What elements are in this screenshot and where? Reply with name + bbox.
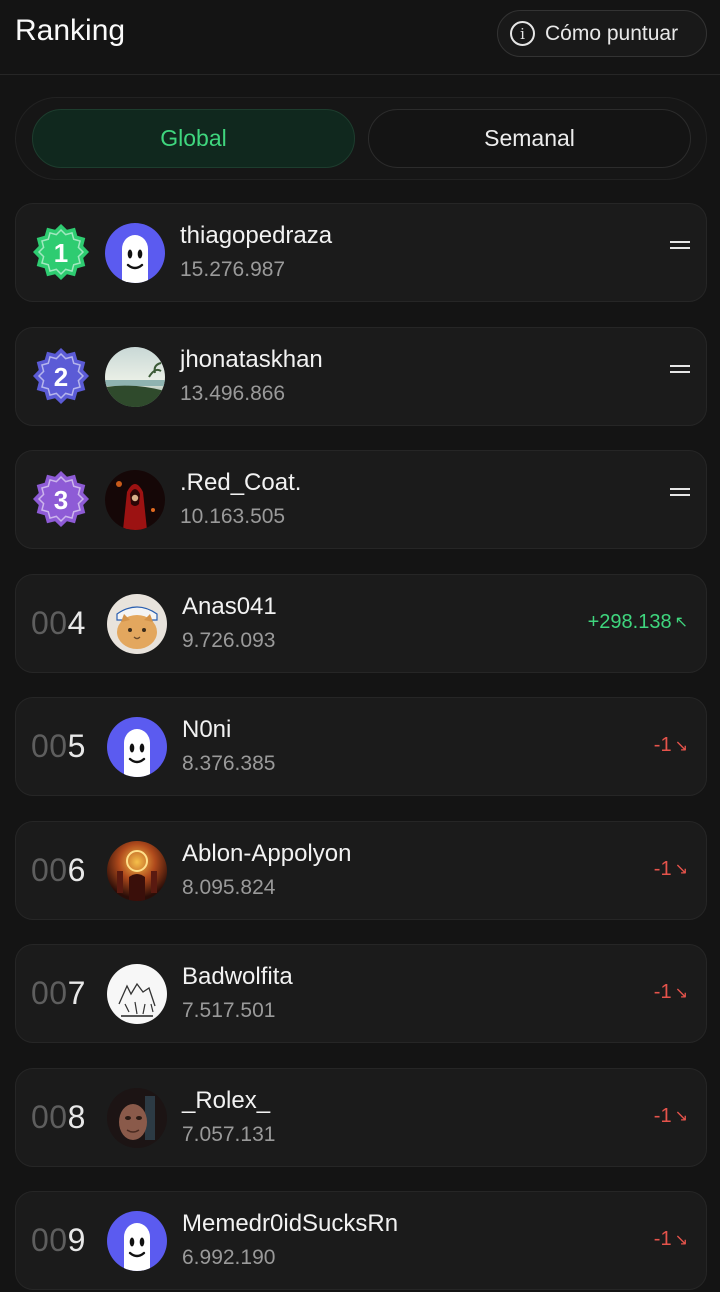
rank-digit: 5 [67,728,86,764]
badge-number: 1 [54,238,68,268]
page-title: Ranking [15,14,126,47]
arrow-down-icon: ↘ [674,984,688,1002]
rank-number: 008 [31,1099,86,1136]
rank-change: +298.138 ↖ [588,611,688,634]
ranking-row[interactable]: 3 .Red_Coat. 10.163.505 [15,450,707,549]
username[interactable]: N0ni [182,716,231,744]
username[interactable]: Anas041 [182,593,277,621]
ranking-row[interactable]: 1 thiagopedraza 15.276.987 [15,203,707,302]
arrow-down-icon: ↘ [674,1231,688,1249]
rank-number: 007 [31,975,86,1012]
ghost-avatar[interactable] [107,717,167,777]
rank-change-value: -1 [653,857,672,880]
badge-number: 3 [54,485,68,515]
username[interactable]: Ablon-Appolyon [182,840,351,868]
ranking-row[interactable]: 007 Badwolfita 7.517.501 -1 ↘ [15,944,707,1043]
rank-number: 004 [31,605,86,642]
rank-change: -1 ↘ [654,734,688,757]
red-hood-avatar[interactable] [105,470,165,530]
rank-padding: 00 [31,1222,68,1258]
score: 6.992.190 [182,1246,276,1269]
info-icon: i [510,21,535,46]
rank-number: 009 [31,1222,86,1259]
ranking-row[interactable]: 006 Ablon-Appolyon 8.095.824 -1 ↘ [15,820,707,920]
rank-padding: 00 [31,851,68,888]
tab-weekly[interactable]: Semanal [368,109,691,168]
ranking-row[interactable]: 2 jhonataskhan 13.496.866 [15,326,707,426]
arrow-up-icon: ↖ [674,614,688,631]
trend-unchanged-icon [670,362,690,376]
ranking-row[interactable]: 005 N0ni 8.376.385 -1 ↘ [15,697,707,796]
rank-change-value: -1 [653,981,672,1003]
rank-change: -1 ↘ [654,1105,688,1128]
rank-digit: 6 [67,851,86,888]
rank-change-value: -1 [653,1104,672,1127]
throne-avatar[interactable] [107,840,167,901]
username[interactable]: .Red_Coat. [180,469,301,497]
rank-change-value: -1 [653,1228,672,1250]
rank-padding: 00 [31,604,68,641]
score: 8.376.385 [182,752,276,775]
how-to-score-button[interactable]: i Cómo puntuar [497,10,707,57]
rank-number: 005 [31,728,86,765]
arrow-down-icon: ↘ [674,861,688,878]
rank-padding: 00 [31,728,68,764]
rank-change-value: -1 [653,734,672,756]
tab-global[interactable]: Global [32,109,355,168]
username[interactable]: jhonataskhan [180,346,323,374]
rank-digit: 8 [67,1098,86,1135]
rank-change: -1 ↘ [654,981,688,1004]
score: 7.517.501 [182,999,276,1022]
beach-avatar[interactable] [105,346,165,407]
score: 10.163.505 [180,505,286,528]
username[interactable]: thiagopedraza [180,222,332,250]
rank-digit: 4 [67,604,86,641]
rank-digit: 9 [67,1222,86,1258]
ghost-avatar[interactable] [107,1211,167,1271]
rank-change-value: +298.138 [587,610,672,633]
username[interactable]: Badwolfita [182,963,293,991]
ranking-tabs: Global Semanal [15,97,707,180]
score: 7.057.131 [182,1122,276,1146]
trend-unchanged-icon [670,238,690,252]
score: 9.726.093 [182,628,276,652]
portrait-avatar[interactable] [107,1087,167,1148]
app-header: Ranking i Cómo puntuar [0,0,720,75]
arrow-down-icon: ↘ [674,737,688,755]
rank-badge-icon: 3 [32,470,90,528]
rank-number: 006 [31,852,86,889]
username[interactable]: _Rolex_ [182,1087,270,1115]
badge-number: 2 [54,362,68,392]
how-to-score-label: Cómo puntuar [545,21,679,45]
score: 8.095.824 [182,875,276,899]
rank-padding: 00 [31,975,68,1011]
username[interactable]: Memedr0idSucksRn [182,1210,398,1238]
rank-change: -1 ↘ [654,858,688,881]
wolf-avatar[interactable] [107,964,167,1024]
rank-badge-icon: 2 [32,347,90,405]
arrow-down-icon: ↘ [674,1108,688,1125]
ranking-row[interactable]: 008 _Rolex_ 7.057.131 -1 ↘ [15,1067,707,1167]
score: 13.496.866 [180,381,286,405]
rank-digit: 7 [67,975,86,1011]
ghost-avatar[interactable] [105,223,165,283]
trend-unchanged-icon [670,485,690,499]
ranking-row[interactable]: 009 Memedr0idSucksRn 6.992.190 -1 ↘ [15,1191,707,1290]
rank-padding: 00 [31,1098,68,1135]
score: 15.276.987 [180,258,286,281]
rank-badge-icon: 1 [32,223,90,281]
ranking-row[interactable]: 004 Anas041 9.726.093 +298.138 ↖ [15,573,707,673]
rank-change: -1 ↘ [654,1228,688,1251]
cat-avatar[interactable] [107,593,167,654]
